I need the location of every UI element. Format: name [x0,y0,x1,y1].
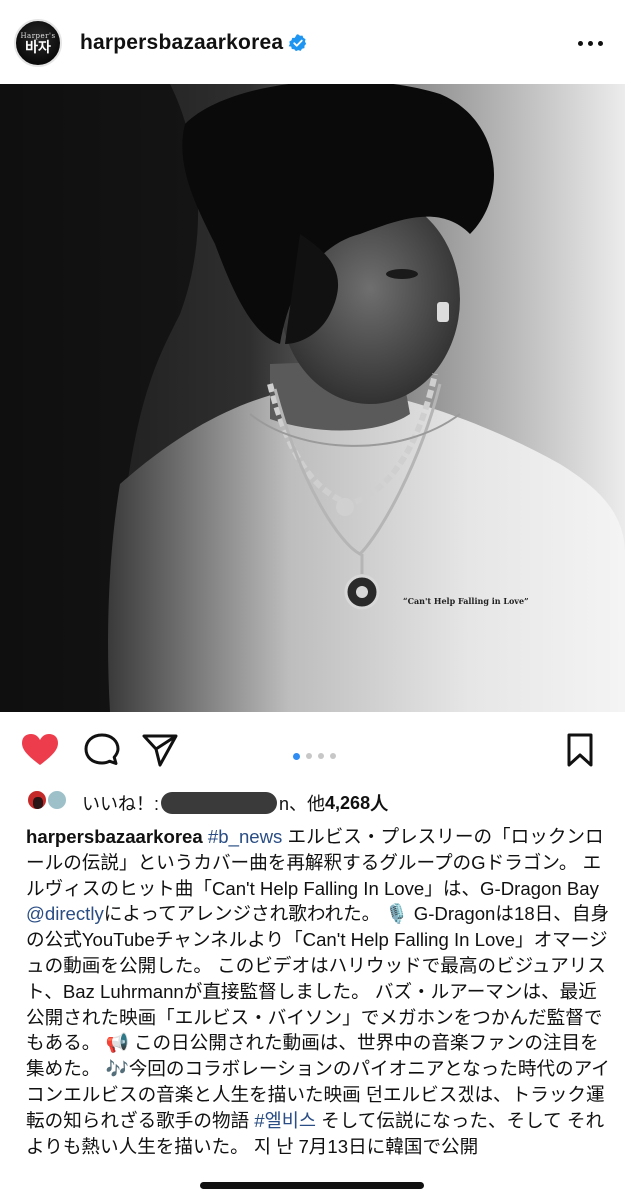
caption-username[interactable]: harpersbazaarkorea [26,826,203,847]
liker-avatar [46,789,68,811]
caption-text: によってアレンジされ歌われた。 🎙️ G-Dragonは18日、自身の公式You… [26,903,610,1131]
hashtag-link[interactable]: #b_news [208,826,282,847]
more-dot [597,40,603,46]
more-options-button[interactable] [575,33,605,53]
profile-avatar[interactable]: Harper's 바자 [14,19,62,67]
post-caption: harpersbazaarkorea #b_news エルビス・プレスリーの「ロ… [26,824,614,1159]
carousel-dot [330,753,336,759]
likes-prefix: いいね！: [82,794,160,814]
post-username[interactable]: harpersbazaarkorea [80,31,283,55]
bookmark-icon[interactable] [562,732,598,768]
liker-avatar [26,789,48,811]
shirt-print-text: “Can't Help Falling in Love” [403,596,529,606]
carousel-dot [318,753,324,759]
redacted-username [161,792,278,814]
likes-count[interactable]: 4,268 [325,793,370,814]
avatar-logo-big: 바자 [25,39,51,56]
carousel-dot [306,753,312,759]
send-icon[interactable] [140,732,180,768]
likes-suffix: n、他 [279,794,326,814]
action-bar [0,712,625,788]
verified-badge-icon [288,34,307,52]
more-dot [577,40,583,46]
carousel-indicator [293,752,336,760]
photo-artwork: “Can't Help Falling in Love” [0,84,625,712]
likes-text: いいね！: n、他 4,268 人 [82,790,388,816]
more-dot [587,40,593,46]
heart-filled-icon[interactable] [20,732,60,768]
post-photo[interactable]: “Can't Help Falling in Love” [0,84,625,712]
home-indicator[interactable] [200,1182,424,1189]
hashtag-link[interactable]: #엘비스 [254,1110,316,1131]
likes-unit: 人 [370,794,389,814]
avatar-logo-small: Harper's [20,31,56,40]
carousel-dot-active [293,752,300,760]
mention-link[interactable]: @directly [26,903,104,924]
post-header: Harper's 바자 harpersbazaarkorea [0,0,625,84]
comment-icon[interactable] [82,732,122,768]
likes-row[interactable]: いいね！: n、他 4,268 人 [0,786,625,816]
